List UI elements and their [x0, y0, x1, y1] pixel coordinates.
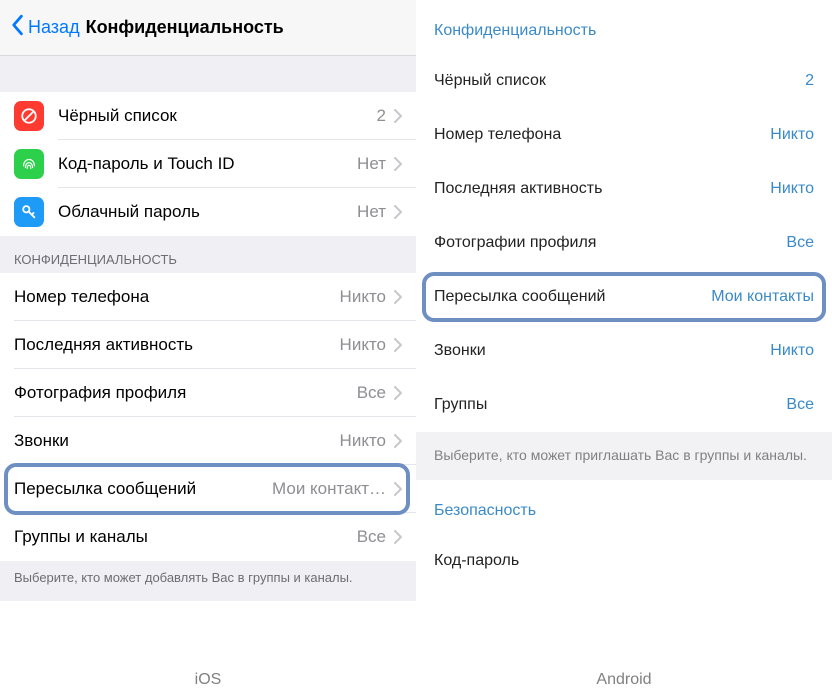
chevron-right-icon	[394, 482, 402, 496]
row-calls[interactable]: Звонки Никто	[416, 324, 832, 378]
row-passcode[interactable]: Код-пароль	[416, 534, 832, 588]
chevron-right-icon	[394, 530, 402, 544]
block-icon	[14, 101, 44, 131]
section-header-security: Безопасность	[416, 480, 832, 534]
page-title: Конфиденциальность	[86, 17, 284, 38]
ios-panel: Назад Конфиденциальность Чёрный список 2…	[0, 0, 416, 697]
row-label: Пересылка сообщений	[434, 288, 605, 306]
row-label: Чёрный список	[434, 72, 546, 90]
spacer	[0, 56, 416, 92]
row-calls[interactable]: Звонки Никто	[0, 417, 416, 465]
android-panel: Конфиденциальность Чёрный список 2 Номер…	[416, 0, 832, 697]
row-value: 2	[805, 72, 814, 90]
row-value: Никто	[340, 335, 386, 355]
row-value: Никто	[770, 126, 814, 144]
row-value: Все	[786, 396, 814, 414]
key-icon	[14, 197, 44, 227]
row-value: Все	[357, 527, 386, 547]
row-value: Мои контакт…	[272, 479, 386, 499]
row-value: Никто	[340, 431, 386, 451]
row-groups-channels[interactable]: Группы и каналы Все	[0, 513, 416, 561]
row-last-seen[interactable]: Последняя активность Никто	[0, 321, 416, 369]
row-cloud-password[interactable]: Облачный пароль Нет	[0, 188, 416, 236]
row-label: Пересылка сообщений	[14, 479, 272, 499]
row-label: Код-пароль и Touch ID	[58, 154, 357, 174]
chevron-right-icon	[394, 434, 402, 448]
row-label: Последняя активность	[434, 180, 602, 198]
section-header-privacy: Конфиденциальность	[416, 0, 832, 54]
chevron-right-icon	[394, 338, 402, 352]
row-value: Мои контакты	[711, 288, 814, 306]
ios-header: Назад Конфиденциальность	[0, 0, 416, 56]
chevron-right-icon	[394, 109, 402, 123]
row-phone-number[interactable]: Номер телефона Никто	[0, 273, 416, 321]
row-label: Фотография профиля	[14, 383, 357, 403]
row-value: Все	[357, 383, 386, 403]
platform-label-ios: iOS	[0, 661, 416, 697]
row-passcode-touchid[interactable]: Код-пароль и Touch ID Нет	[0, 140, 416, 188]
row-label: Фотографии профиля	[434, 234, 596, 252]
row-label: Звонки	[14, 431, 340, 451]
row-value: Все	[786, 234, 814, 252]
row-label: Звонки	[434, 342, 486, 360]
ios-group-privacy: Номер телефона Никто Последняя активност…	[0, 273, 416, 561]
row-label: Группы и каналы	[14, 527, 357, 547]
row-groups[interactable]: Группы Все	[416, 378, 832, 432]
row-value: Нет	[357, 202, 386, 222]
row-phone-number[interactable]: Номер телефона Никто	[416, 108, 832, 162]
row-value: Никто	[340, 287, 386, 307]
row-label: Номер телефона	[434, 126, 561, 144]
back-label: Назад	[28, 17, 80, 38]
row-label: Группы	[434, 396, 487, 414]
row-forwarded-messages[interactable]: Пересылка сообщений Мои контакт…	[0, 465, 416, 513]
chevron-right-icon	[394, 157, 402, 171]
fingerprint-icon	[14, 149, 44, 179]
section-header-privacy: КОНФИДЕНЦИАЛЬНОСТЬ	[0, 236, 416, 273]
platform-label-android: Android	[416, 661, 832, 697]
row-blocklist[interactable]: Чёрный список 2	[0, 92, 416, 140]
chevron-left-icon	[10, 14, 28, 41]
chevron-right-icon	[394, 205, 402, 219]
row-value: Никто	[770, 180, 814, 198]
row-label: Последняя активность	[14, 335, 340, 355]
row-profile-photo[interactable]: Фотография профиля Все	[0, 369, 416, 417]
row-profile-photos[interactable]: Фотографии профиля Все	[416, 216, 832, 270]
section-footer: Выберите, кто может приглашать Вас в гру…	[416, 432, 832, 480]
row-blocklist[interactable]: Чёрный список 2	[416, 54, 832, 108]
row-value: 2	[377, 106, 386, 126]
chevron-right-icon	[394, 290, 402, 304]
row-label: Чёрный список	[58, 106, 377, 126]
row-value: Никто	[770, 342, 814, 360]
back-button[interactable]: Назад	[10, 14, 80, 41]
row-label: Код-пароль	[434, 552, 519, 570]
row-last-seen[interactable]: Последняя активность Никто	[416, 162, 832, 216]
row-value: Нет	[357, 154, 386, 174]
chevron-right-icon	[394, 386, 402, 400]
row-label: Номер телефона	[14, 287, 340, 307]
row-label: Облачный пароль	[58, 202, 357, 222]
section-footer: Выберите, кто может добавлять Вас в груп…	[0, 561, 416, 601]
row-forwarded-messages[interactable]: Пересылка сообщений Мои контакты	[416, 270, 832, 324]
ios-group-security: Чёрный список 2 Код-пароль и Touch ID Не…	[0, 92, 416, 236]
